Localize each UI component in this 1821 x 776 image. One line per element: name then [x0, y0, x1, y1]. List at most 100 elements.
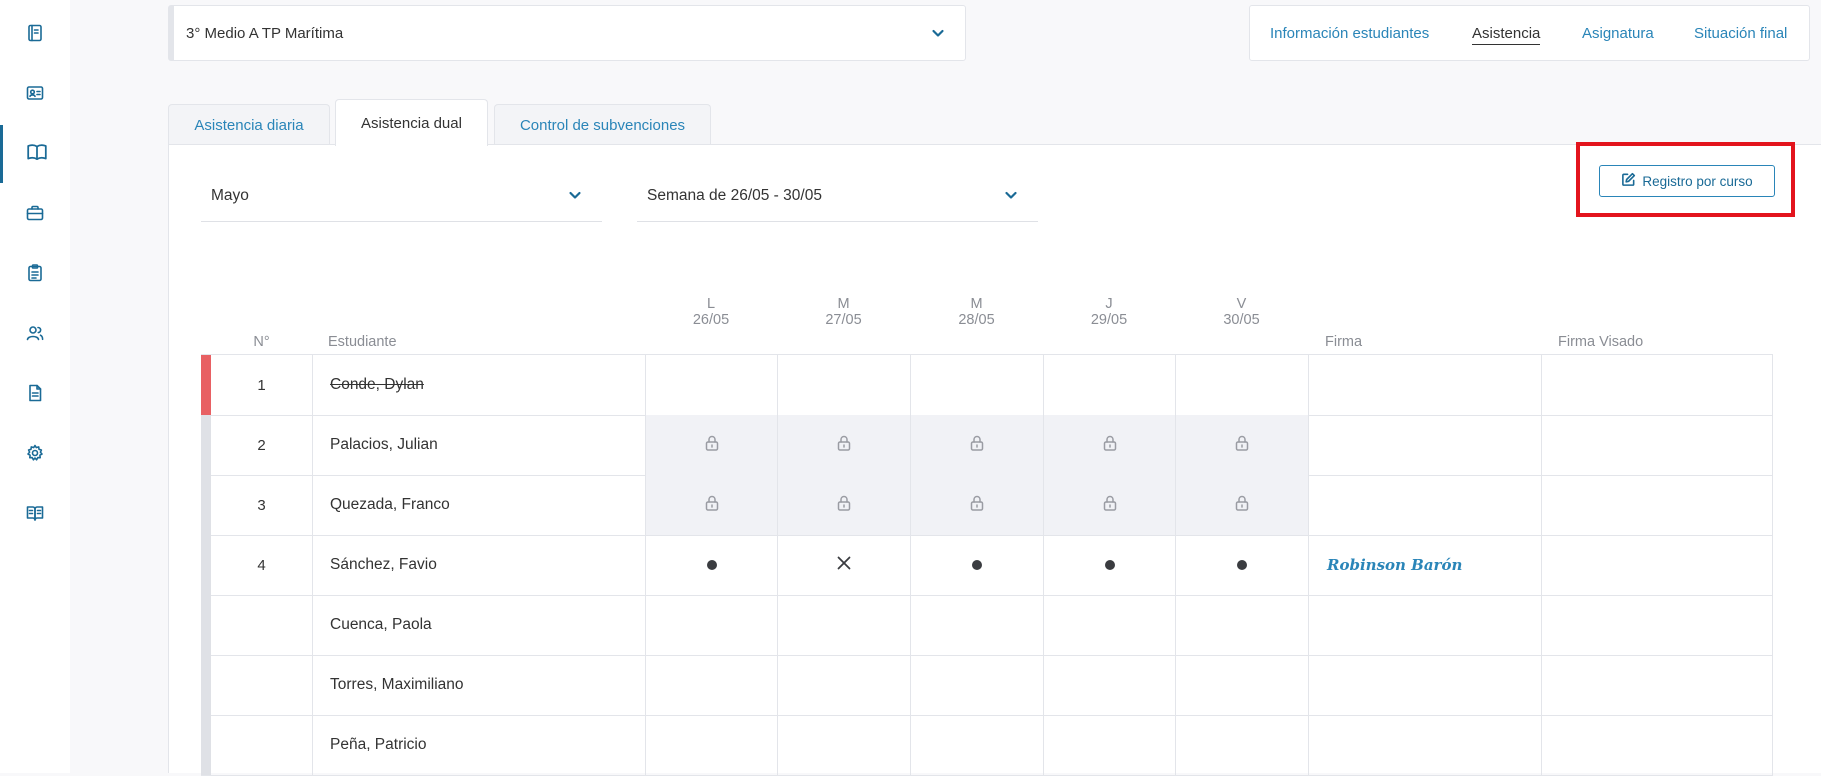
- week-select[interactable]: Semana de 26/05 - 30/05: [637, 170, 1038, 222]
- day-letter: L: [706, 296, 716, 312]
- attendance-cell: [910, 415, 1043, 475]
- student-name: Peña, Patricio: [312, 715, 645, 775]
- column-header-day: M 27/05: [777, 296, 910, 328]
- signature-visa-cell[interactable]: [1541, 535, 1773, 595]
- column-header-day: V 30/05: [1175, 296, 1308, 328]
- attendance-cell[interactable]: [777, 655, 910, 715]
- briefcase-icon: [25, 203, 45, 228]
- day-date: 27/05: [825, 312, 862, 328]
- absent-x-icon: [836, 555, 852, 576]
- attendance-cell[interactable]: [910, 535, 1043, 595]
- signature-cell[interactable]: [1308, 715, 1541, 775]
- attendance-cell[interactable]: [645, 595, 777, 655]
- sidebar-item-document[interactable]: [0, 366, 70, 424]
- lock-icon: [835, 434, 853, 457]
- attendance-cell: [645, 475, 777, 535]
- course-select[interactable]: 3° Medio A TP Marítima: [168, 5, 966, 61]
- student-number: 4: [257, 556, 266, 574]
- users-icon: [25, 323, 45, 348]
- attendance-cell[interactable]: [1043, 595, 1175, 655]
- column-header-day: L 26/05: [645, 296, 777, 328]
- attendance-cell[interactable]: [910, 595, 1043, 655]
- attendance-cell[interactable]: [1043, 535, 1175, 595]
- table-row: Peña, Patricio: [201, 715, 1773, 776]
- signature-cell[interactable]: [1308, 475, 1541, 535]
- row-status-marker: [201, 655, 211, 715]
- attendance-cell[interactable]: [910, 715, 1043, 775]
- column-header-student: Estudiante: [328, 334, 397, 350]
- attendance-cell[interactable]: [777, 715, 910, 775]
- document-icon: [25, 383, 45, 408]
- student-number: 2: [257, 436, 266, 454]
- table-row: 1 Conde, Dylan: [201, 355, 1773, 416]
- lock-icon: [968, 494, 986, 517]
- attendance-cell[interactable]: [645, 655, 777, 715]
- column-header-day: M 28/05: [910, 296, 1043, 328]
- signature-visa-cell[interactable]: [1541, 655, 1773, 715]
- month-select[interactable]: Mayo: [201, 170, 602, 222]
- sidebar-item-book[interactable]: [0, 125, 70, 183]
- lock-icon: [835, 494, 853, 517]
- attendance-cell[interactable]: [910, 655, 1043, 715]
- attendance-cell[interactable]: [1175, 715, 1308, 775]
- register-by-course-label: Registro por curso: [1642, 173, 1753, 189]
- attendance-cell: [1175, 475, 1308, 535]
- topnav-item-student-info[interactable]: Información estudiantes: [1270, 25, 1429, 42]
- signature-cell[interactable]: Robinson Barón: [1308, 535, 1541, 595]
- book-icon: [25, 503, 45, 528]
- lock-icon: [703, 434, 721, 457]
- attendance-cell[interactable]: [1043, 655, 1175, 715]
- signature-visa-cell[interactable]: [1541, 595, 1773, 655]
- signature-cell[interactable]: [1308, 595, 1541, 655]
- signature-visa-cell[interactable]: [1541, 355, 1773, 415]
- signature-visa-cell[interactable]: [1541, 415, 1773, 475]
- course-select-value: 3° Medio A TP Marítima: [186, 24, 344, 42]
- sidebar-item-notebook[interactable]: [0, 6, 70, 64]
- chevron-down-icon: [1004, 188, 1018, 207]
- attendance-cell[interactable]: [1175, 355, 1308, 415]
- attendance-cell[interactable]: [1175, 655, 1308, 715]
- attendance-cell[interactable]: [777, 355, 910, 415]
- attendance-cell[interactable]: [777, 595, 910, 655]
- sidebar-item-users[interactable]: [0, 306, 70, 364]
- topnav-item-subject[interactable]: Asignatura: [1582, 25, 1654, 42]
- attendance-cell: [777, 415, 910, 475]
- topnav-item-attendance[interactable]: Asistencia: [1472, 25, 1541, 45]
- attendance-cell[interactable]: [777, 535, 910, 595]
- tab-dual-attendance[interactable]: Asistencia dual: [335, 99, 488, 146]
- attendance-cell[interactable]: [1175, 595, 1308, 655]
- sidebar: [0, 0, 70, 773]
- present-dot-icon: [706, 560, 717, 570]
- signature-visa-cell[interactable]: [1541, 475, 1773, 535]
- column-header-signature: Firma: [1325, 334, 1363, 350]
- student-number: [211, 595, 312, 655]
- register-by-course-button[interactable]: Registro por curso: [1599, 165, 1775, 197]
- sidebar-item-clipboard[interactable]: [0, 246, 70, 304]
- attendance-cell: [777, 475, 910, 535]
- tab-subsidy-control[interactable]: Control de subvenciones: [494, 104, 711, 145]
- student-name: Quezada, Franco: [312, 475, 645, 535]
- sidebar-item-briefcase[interactable]: [0, 186, 70, 244]
- sidebar-item-manual[interactable]: [0, 486, 70, 544]
- book-open-icon: [26, 141, 48, 168]
- signature-cell[interactable]: [1308, 415, 1541, 475]
- attendance-cell[interactable]: [1043, 715, 1175, 775]
- attendance-cell[interactable]: [1043, 355, 1175, 415]
- attendance-cell[interactable]: [645, 715, 777, 775]
- sidebar-item-student-card[interactable]: [0, 66, 70, 124]
- signature-cell[interactable]: [1308, 355, 1541, 415]
- chevron-down-icon: [931, 26, 945, 44]
- row-status-marker: [201, 475, 211, 535]
- day-date: 30/05: [1223, 312, 1260, 328]
- topnav-item-final-status[interactable]: Situación final: [1694, 25, 1787, 42]
- signature-visa-cell[interactable]: [1541, 715, 1773, 775]
- sidebar-item-settings[interactable]: [0, 426, 70, 484]
- attendance-cell: [1175, 415, 1308, 475]
- attendance-cell[interactable]: [910, 355, 1043, 415]
- attendance-cell[interactable]: [645, 355, 777, 415]
- attendance-cell[interactable]: [1175, 535, 1308, 595]
- signature-cell[interactable]: [1308, 655, 1541, 715]
- lock-icon: [703, 494, 721, 517]
- tab-daily-attendance[interactable]: Asistencia diaria: [168, 104, 330, 145]
- attendance-cell[interactable]: [645, 535, 777, 595]
